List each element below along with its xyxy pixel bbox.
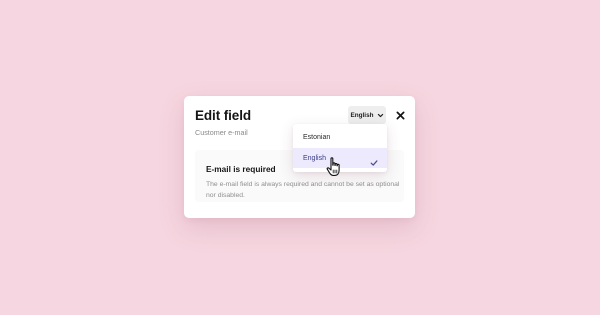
- language-select-button[interactable]: English: [348, 106, 386, 124]
- notice-title: E-mail is required: [206, 164, 276, 174]
- close-icon: [395, 110, 405, 120]
- chevron-down-icon: [377, 112, 384, 119]
- dropdown-option-english[interactable]: English: [293, 148, 387, 168]
- notice-body: The e-mail field is always required and …: [206, 181, 400, 199]
- close-button[interactable]: [393, 108, 407, 122]
- field-subtitle: Customer e-mail: [195, 128, 248, 137]
- modal-title: Edit field: [195, 108, 251, 123]
- check-icon: [370, 154, 378, 166]
- option-label: Estonian: [303, 133, 331, 141]
- page-canvas: Edit field Customer e-mail English E-mai…: [0, 0, 600, 315]
- option-label: English: [303, 154, 326, 162]
- language-dropdown: Estonian English: [293, 124, 387, 172]
- dropdown-option-estonian[interactable]: Estonian: [293, 127, 387, 147]
- language-select-label: English: [350, 111, 374, 119]
